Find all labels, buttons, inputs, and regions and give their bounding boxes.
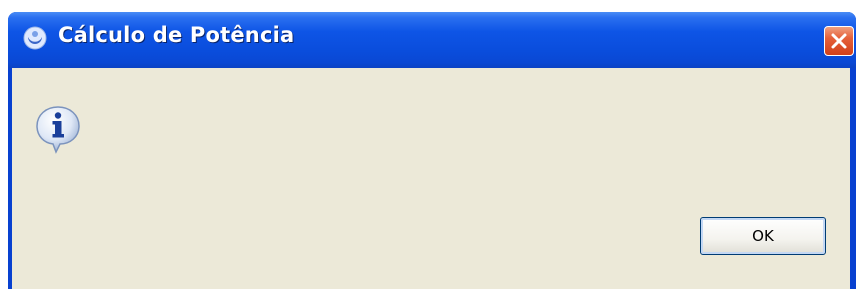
close-button[interactable] (824, 26, 854, 56)
close-icon (831, 33, 847, 49)
info-icon (36, 106, 80, 154)
java-app-icon (23, 26, 47, 50)
dialog-window: Cálculo de Potência OK (8, 12, 856, 289)
dialog-body: OK (12, 68, 850, 289)
title-bar[interactable]: Cálculo de Potência (8, 12, 856, 68)
window-title: Cálculo de Potência (58, 23, 295, 47)
ok-button[interactable]: OK (700, 217, 826, 255)
